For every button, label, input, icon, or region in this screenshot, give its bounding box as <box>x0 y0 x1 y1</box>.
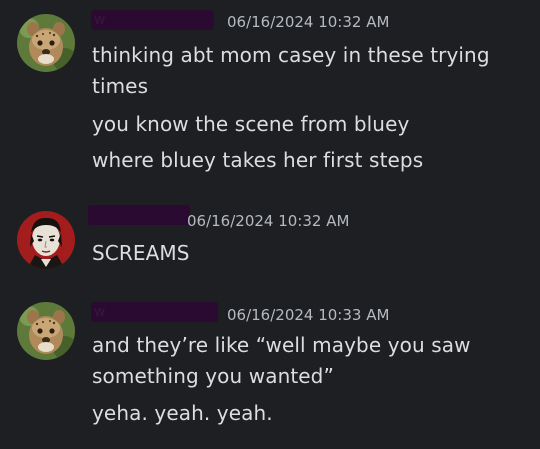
timestamp: 06/16/2024 10:33 AM <box>227 306 390 324</box>
timestamp: 06/16/2024 10:32 AM <box>227 13 390 31</box>
cartoon-character-avatar-icon[interactable] <box>17 211 75 269</box>
username-redacted[interactable]: w <box>91 302 218 322</box>
message-text-line: times <box>92 74 149 98</box>
message-text-line: where bluey takes her first steps <box>92 148 424 172</box>
message-text-line: something you wanted” <box>92 364 334 388</box>
username-text: w <box>94 12 106 28</box>
chat-screen: { "messages": [ { "author_obscured": "w"… <box>0 0 540 449</box>
timestamp: 06/16/2024 10:32 AM <box>187 212 350 230</box>
username-redacted[interactable] <box>88 205 190 225</box>
username-text: w <box>94 304 106 320</box>
cheetah-cub-avatar-icon[interactable] <box>17 302 75 360</box>
message-text-line: thinking abt mom casey in these trying <box>92 43 490 67</box>
message-text-line: and they’re like “well maybe you saw <box>92 333 471 357</box>
username-redacted[interactable]: w <box>91 10 214 30</box>
message-text-line: SCREAMS <box>92 241 190 265</box>
message-text-line: yeha. yeah. yeah. <box>92 401 273 425</box>
message-text-line: you know the scene from bluey <box>92 112 410 136</box>
cheetah-cub-avatar-icon[interactable] <box>17 14 75 72</box>
